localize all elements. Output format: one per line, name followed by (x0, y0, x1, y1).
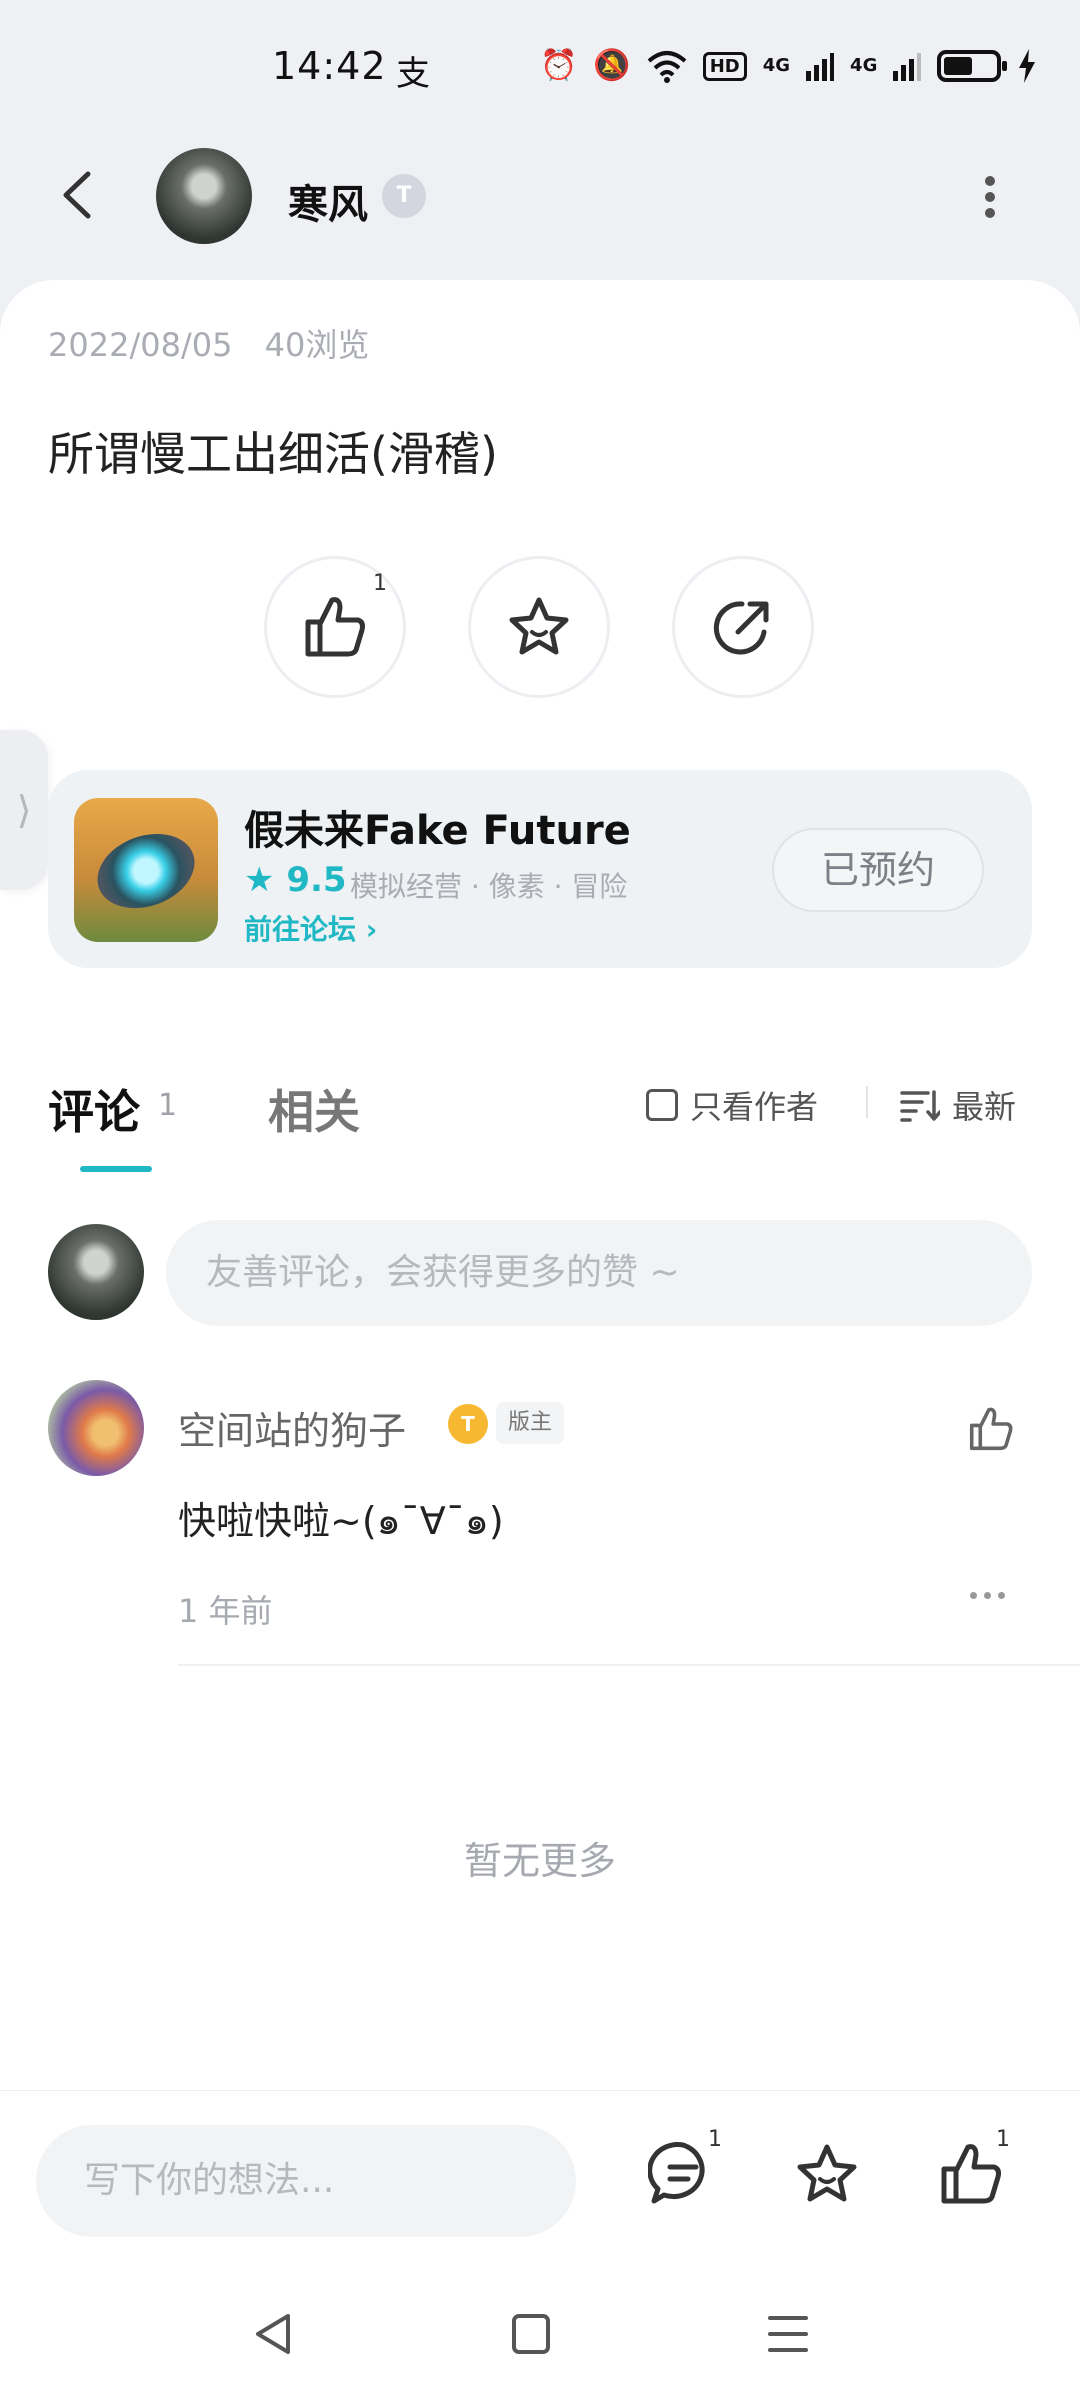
game-tags: 模拟经营 · 像素 · 冒险 (350, 870, 628, 903)
author-only-toggle[interactable]: 只看作者 (646, 1082, 818, 1128)
share-icon (713, 601, 769, 655)
game-card[interactable]: 假未来Fake Future ★ 9.5 模拟经营 · 像素 · 冒险 前往论坛… (48, 770, 1032, 968)
comments-button[interactable]: 1 (647, 2127, 728, 2219)
signal-label-1: 4G (762, 55, 791, 76)
comment-like-button[interactable] (966, 1404, 1016, 1458)
rating-star-icon: ★ (244, 860, 275, 900)
signal-icon-2 (893, 53, 922, 81)
nav-home-icon (512, 2314, 550, 2354)
commenter-level-badge: T (448, 1404, 488, 1444)
commenter-avatar[interactable] (48, 1380, 144, 1476)
post-title: 所谓慢工出细活(滑稽) (48, 427, 498, 481)
thumbs-up-icon (305, 597, 365, 657)
signal-icon-1 (806, 53, 835, 81)
post-header: 寒风 T (0, 130, 1080, 280)
chevron-right-icon: › (365, 913, 378, 946)
star-icon (797, 2144, 857, 2202)
side-drawer-handle[interactable]: ⟩ (0, 730, 48, 890)
favorite-button[interactable] (468, 556, 610, 698)
comment-input-row: 友善评论，会获得更多的赞 ~ (0, 1220, 1080, 1330)
comment-item: 空间站的狗子 T 版主 快啦快啦~(๑¯∀¯๑) 1 年前 (0, 1380, 1080, 1680)
back-button[interactable] (48, 160, 108, 230)
post-card: 2022/08/05 40浏览 所谓慢工出细活(滑稽) ⟩ 1 假未来Fake … (0, 280, 1080, 1030)
game-icon[interactable] (74, 798, 218, 942)
comment-divider (178, 1664, 1080, 1666)
back-arrow-icon (63, 171, 91, 219)
alipay-icon: 支 (396, 54, 430, 94)
nav-back-button[interactable] (244, 2304, 304, 2364)
tab-comments[interactable]: 评论 (48, 1076, 140, 1142)
nav-home-button[interactable] (500, 2304, 560, 2364)
system-nav-bar (0, 2260, 1080, 2400)
battery-icon (937, 50, 1008, 82)
comments-section: 评论 1 相关 只看作者 最新 友善评论，会获得更多的赞 ~ 空间站的狗子 T … (0, 1030, 1080, 2090)
comment-text: 快啦快啦~(๑¯∀¯๑) (178, 1499, 504, 1543)
comment-time: 1 年前 (178, 1592, 273, 1630)
game-name[interactable]: 假未来Fake Future (244, 798, 631, 856)
bottom-like-button[interactable]: 1 (936, 2127, 1016, 2219)
author-avatar[interactable] (156, 148, 252, 244)
sort-icon (900, 1090, 940, 1122)
my-avatar (48, 1224, 144, 1320)
mute-icon: 🔕 (593, 48, 631, 83)
post-views: 40浏览 (264, 326, 370, 364)
wifi-icon (647, 51, 687, 83)
likes-count: 1 (996, 2127, 1010, 2152)
write-comment-input[interactable]: 写下你的想法... (36, 2125, 576, 2237)
forum-link-label: 前往论坛 (244, 913, 357, 946)
more-horizontal-icon (970, 1592, 977, 1599)
author-name[interactable]: 寒风 (288, 172, 368, 230)
comment-more-button[interactable] (970, 1592, 1005, 1599)
comments-count: 1 (708, 2127, 722, 2152)
sort-button[interactable]: 最新 (900, 1082, 1016, 1128)
commenter-role-badge: 版主 (496, 1402, 565, 1444)
share-button[interactable] (672, 556, 814, 698)
ufo-artwork (87, 821, 205, 921)
signal-label-2: 4G (850, 55, 878, 76)
star-icon (509, 597, 569, 655)
author-level-badge: T (382, 174, 426, 218)
bottom-favorite-button[interactable] (792, 2139, 872, 2219)
tab-comments-count: 1 (158, 1088, 178, 1123)
bottom-action-bar: 写下你的想法... 1 1 (0, 2090, 1080, 2260)
post-date: 2022/08/05 (48, 326, 233, 364)
filter-divider (866, 1086, 868, 1118)
forum-link[interactable]: 前往论坛 › (244, 908, 377, 948)
status-time: 14:42 (272, 44, 387, 88)
status-bar: 14:42 支 ⏰ 🔕 HD 4G 4G (0, 0, 1080, 130)
like-count: 1 (373, 571, 387, 596)
alarm-icon: ⏰ (540, 48, 578, 83)
sort-label: 最新 (952, 1088, 1017, 1126)
nav-menu-button[interactable] (758, 2304, 818, 2364)
comment-input[interactable]: 友善评论，会获得更多的赞 ~ (166, 1220, 1032, 1326)
tab-related[interactable]: 相关 (268, 1076, 360, 1142)
status-icons: ⏰ 🔕 HD 4G 4G (540, 44, 1037, 88)
nav-back-icon (256, 2314, 290, 2354)
reserve-button[interactable]: 已预约 (772, 828, 984, 912)
hd-badge: HD (702, 51, 747, 81)
no-more-text: 暂无更多 (463, 1839, 616, 1883)
charging-icon (1019, 49, 1036, 83)
tab-active-indicator (80, 1166, 152, 1172)
rating-value: 9.5 (286, 860, 347, 900)
thumbs-up-icon (969, 1407, 1013, 1451)
like-button[interactable]: 1 (264, 556, 406, 698)
nav-menu-icon (768, 2316, 808, 2352)
game-rating: ★ 9.5 (244, 860, 347, 900)
more-options-button[interactable] (975, 170, 1005, 230)
post-actions: 1 (264, 556, 814, 698)
author-only-checkbox[interactable] (646, 1089, 678, 1121)
more-vertical-icon (985, 176, 995, 186)
post-meta: 2022/08/05 40浏览 (48, 320, 369, 366)
commenter-name[interactable]: 空间站的狗子 (178, 1400, 406, 1455)
author-only-label: 只看作者 (690, 1088, 819, 1126)
